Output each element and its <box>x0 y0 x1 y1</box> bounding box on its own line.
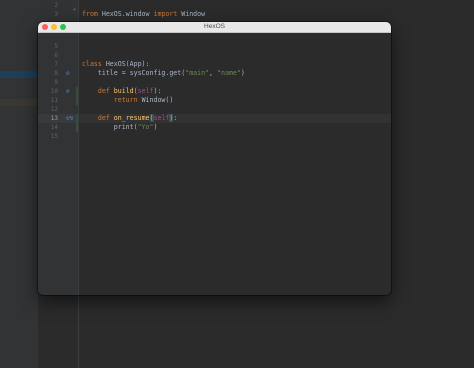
code-token: class <box>82 60 106 68</box>
line-number: 12 <box>50 106 58 113</box>
gutter-divider <box>78 33 79 295</box>
hexos-window[interactable]: HexOS 5 6 7 class HexOS(App): 8 ⊙ title = sys… <box>38 22 391 295</box>
line-number: 2 <box>54 2 58 9</box>
line-number: 15 <box>50 133 58 140</box>
line-number: 7 <box>54 61 58 68</box>
code-line[interactable]: def on_resume(self): <box>82 114 177 123</box>
code-token: HexOS.window <box>101 10 154 18</box>
change-marker <box>76 114 78 123</box>
line-number: 3 <box>54 11 58 18</box>
code-line[interactable]: from HexOS.window import Window <box>82 10 205 19</box>
code-token: "Yo" <box>137 123 154 131</box>
line-number: 14 <box>50 124 58 131</box>
code-token: def <box>97 87 114 95</box>
ide-background: 2 3 ▸ from HexOS.window import Window He… <box>0 0 474 368</box>
code-token: "main" <box>185 69 210 77</box>
window-titlebar[interactable]: HexOS <box>38 22 391 33</box>
line-number: 9 <box>54 79 58 86</box>
change-marker <box>76 123 78 132</box>
code-token: HexOS(App): <box>105 60 150 68</box>
code-token: Window <box>181 10 206 18</box>
code-token: self <box>153 114 170 122</box>
line-number: 6 <box>54 52 58 59</box>
code-token: "name" <box>217 69 241 77</box>
tool-window-highlight <box>0 99 38 106</box>
code-token: return <box>113 96 142 104</box>
code-token: self <box>137 87 154 95</box>
code-line[interactable]: class HexOS(App): <box>82 60 150 69</box>
override-breakpoint-icon[interactable]: ⊙↯ <box>66 114 73 123</box>
code-token: title = sysConfig.get( <box>82 69 186 77</box>
override-icon[interactable]: ⊙ <box>66 87 70 96</box>
code-line[interactable]: def build(self): <box>82 87 162 96</box>
code-token: from <box>82 10 102 18</box>
fold-icon[interactable]: ▸ <box>73 5 77 14</box>
line-number: 10 <box>50 88 58 95</box>
code-token: on_resume <box>113 114 150 122</box>
code-line[interactable]: title = sysConfig.get("main", "name") <box>82 69 245 78</box>
code-line[interactable]: print("Yo") <box>82 123 158 132</box>
line-number: 5 <box>54 43 58 50</box>
code-token: : <box>173 114 178 122</box>
code-token: , <box>209 69 217 77</box>
code-token: build <box>113 87 134 95</box>
code-token: ): <box>153 87 162 95</box>
code-token: ) <box>240 69 245 77</box>
code-line[interactable]: return Window() <box>82 96 174 105</box>
change-marker <box>76 96 78 105</box>
line-number: 11 <box>50 97 58 104</box>
code-token: def <box>97 114 114 122</box>
tool-window-selection <box>0 71 38 78</box>
tool-window-strip <box>0 0 38 368</box>
code-token: print( <box>82 123 138 131</box>
line-number: 13 <box>50 115 58 122</box>
code-token: Window() <box>141 96 174 104</box>
override-icon[interactable]: ⊙ <box>66 69 70 78</box>
change-marker <box>76 87 78 96</box>
window-title: HexOS <box>204 23 225 30</box>
code-token: ) <box>153 123 158 131</box>
line-number: 8 <box>54 70 58 77</box>
code-token: import <box>153 10 182 18</box>
